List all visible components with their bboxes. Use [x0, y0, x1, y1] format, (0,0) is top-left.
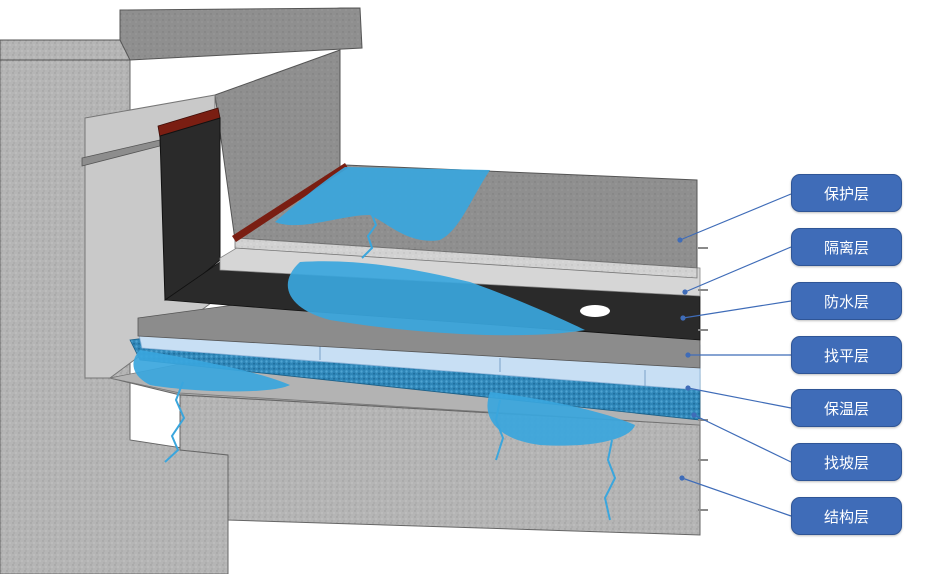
parapet-coping [119, 7, 363, 61]
label-structure-layer: 结构层 [791, 497, 902, 535]
membrane-bubble [580, 305, 610, 317]
roof-layer-diagram: 保护层 隔离层 防水层 找平层 保温层 找坡层 结构层 [0, 0, 927, 574]
label-slope-layer: 找坡层 [791, 443, 902, 481]
parapet-cap-face [0, 39, 131, 61]
label-insulation-layer: 保温层 [791, 389, 902, 427]
label-waterproof-layer: 防水层 [791, 282, 902, 320]
label-leveling-layer: 找平层 [791, 336, 902, 374]
label-protection-layer: 保护层 [791, 174, 902, 212]
roof-section-illustration [0, 7, 792, 574]
label-isolation-layer: 隔离层 [791, 228, 902, 266]
